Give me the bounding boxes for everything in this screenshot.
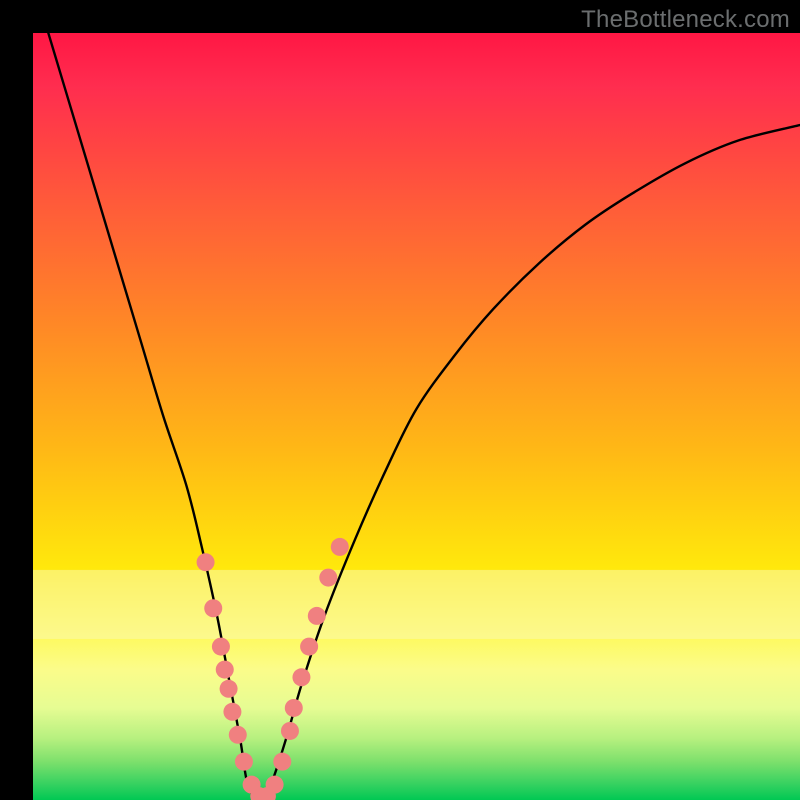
curve-marker [266,776,284,794]
curve-marker [216,661,234,679]
curve-marker [212,638,230,656]
curve-marker [300,638,318,656]
curve-marker [292,668,310,686]
curve-marker [223,703,241,721]
plot-area [33,33,800,800]
curve-marker [229,726,247,744]
chart-frame: TheBottleneck.com [0,0,800,800]
curve-marker [308,607,326,625]
curve-marker [319,569,337,587]
curve-marker [220,680,238,698]
curve-marker [235,753,253,771]
watermark-text: TheBottleneck.com [581,6,790,34]
chart-svg [33,33,800,800]
curve-marker [204,599,222,617]
curve-marker [281,722,299,740]
curve-marker [273,753,291,771]
pale-highlight-band [33,570,800,639]
curve-marker [331,538,349,556]
bottleneck-curve [48,33,800,800]
curve-marker [197,553,215,571]
curve-marker [285,699,303,717]
